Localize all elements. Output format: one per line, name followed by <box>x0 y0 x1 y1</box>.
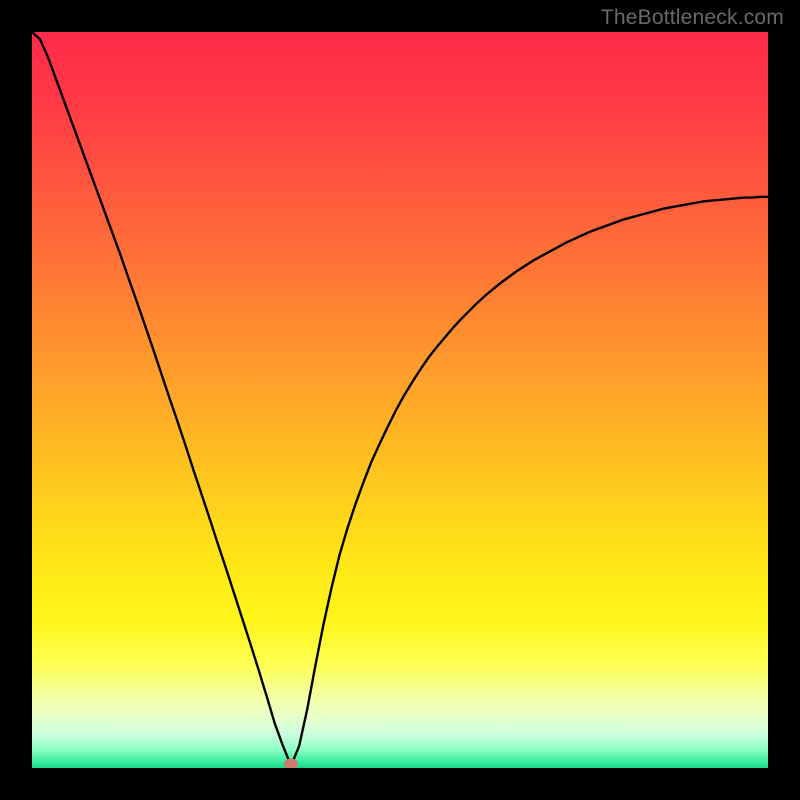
chart-frame: TheBottleneck.com <box>0 0 800 800</box>
minimum-marker <box>284 758 298 768</box>
watermark-text: TheBottleneck.com <box>601 6 784 30</box>
plot-area <box>32 32 768 768</box>
curve-line <box>32 32 768 768</box>
